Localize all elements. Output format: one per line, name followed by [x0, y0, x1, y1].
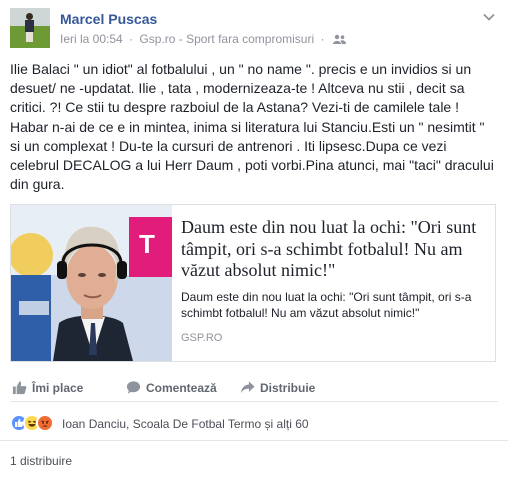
share-arrow-icon	[240, 381, 255, 394]
shares-count[interactable]: 1 distribuire	[10, 454, 72, 468]
thumbs-up-icon	[12, 381, 27, 395]
comment-label: Comentează	[146, 381, 217, 395]
post-text: Ilie Balaci " un idiot" al fotbalului , …	[10, 61, 494, 193]
post-meta: Ieri la 00:54 · Gsp.ro - Sport fara comp…	[60, 32, 346, 46]
post-header: Marcel Puscas Ieri la 00:54 · Gsp.ro - S…	[10, 8, 498, 52]
link-thumbnail: T	[11, 205, 172, 361]
link-domain: GSP.RO	[181, 332, 223, 344]
reactions-summary[interactable]: Ioan Danciu, Scoala De Fotbal Termo și a…	[10, 414, 498, 436]
chevron-down-icon[interactable]	[482, 10, 496, 24]
reaction-names[interactable]: Ioan Danciu, Scoala De Fotbal Termo și a…	[62, 417, 309, 431]
post-source[interactable]: Gsp.ro - Sport fara compromisuri	[139, 32, 314, 46]
post-timestamp[interactable]: Ieri la 00:54	[60, 32, 123, 46]
link-preview-card[interactable]: T Daum este din nou luat la ochi: "Ori s…	[10, 204, 496, 362]
author-avatar[interactable]	[10, 8, 50, 48]
comment-icon	[126, 381, 141, 394]
link-title[interactable]: Daum este din nou luat la ochi: "Ori sun…	[181, 217, 486, 282]
author-name[interactable]: Marcel Puscas	[60, 11, 157, 27]
link-description: Daum este din nou luat la ochi: "Ori sun…	[181, 290, 472, 320]
post-actions: Îmi place Comentează Distribuie	[10, 376, 498, 402]
friends-icon[interactable]	[332, 34, 346, 44]
like-label: Îmi place	[32, 381, 84, 395]
svg-text:T: T	[139, 229, 155, 259]
share-label: Distribuie	[260, 381, 316, 395]
divider	[0, 440, 508, 441]
angry-reaction-icon	[36, 414, 54, 432]
link-body: Daum este din nou luat la ochi: "Ori sun…	[181, 205, 486, 361]
